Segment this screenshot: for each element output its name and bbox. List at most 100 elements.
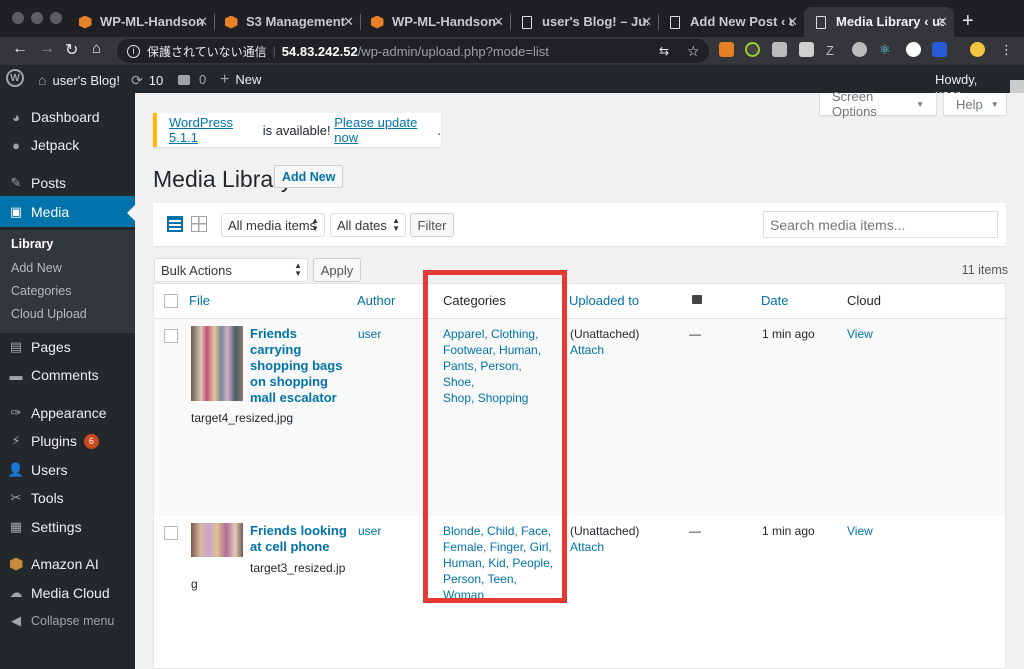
sidebar-item-amazon-ai[interactable]: Amazon AI [0,549,135,579]
category-link[interactable]: Kid, [488,556,509,570]
zoom-window-button[interactable] [50,12,62,24]
screen-options-button[interactable]: Screen Options ▼ [819,89,937,119]
comments-link[interactable]: 0 [178,72,206,87]
forward-arrow-icon[interactable]: → [39,40,55,58]
category-link[interactable]: Blonde, [443,524,484,538]
sidebar-item-comments[interactable]: ▬ Comments [0,360,135,390]
bookmark-star-icon[interactable]: ☆ [687,43,700,60]
category-link[interactable]: Woman [443,588,484,602]
author-link[interactable]: user [358,326,381,342]
category-link[interactable]: Teen, [487,572,516,586]
category-link[interactable]: Footwear, [443,343,496,357]
category-link[interactable]: Child, [487,524,518,538]
extension-g-icon[interactable] [906,42,921,57]
profile-avatar[interactable] [970,42,985,57]
category-link[interactable]: Girl, [530,540,552,554]
author-link[interactable]: user [358,523,381,539]
sidebar-item-plugins[interactable]: ⚡ Plugins 6 [0,426,135,456]
category-link[interactable]: Person, [443,572,484,586]
close-tab-icon[interactable]: ✕ [493,14,504,30]
attach-link[interactable]: Attach [570,343,604,357]
media-thumbnail[interactable] [191,326,243,401]
browser-menu-icon[interactable]: ⋮ [1000,42,1013,58]
collapse-menu-button[interactable]: ◀ Collapse menu [0,606,135,636]
row-checkbox[interactable] [164,526,178,540]
back-arrow-icon[interactable]: ← [12,40,28,58]
add-new-button[interactable]: Add New [274,165,344,188]
column-header-file[interactable]: File [189,293,210,308]
sidebar-item-jetpack[interactable]: ● Jetpack [0,130,135,160]
wordpress-logo-icon[interactable]: W [6,69,24,87]
category-link[interactable]: Face, [521,524,551,538]
category-link[interactable]: Person, [480,359,521,373]
category-link[interactable]: Human, [499,343,541,357]
translate-icon[interactable]: ⇆ [659,44,669,58]
site-name-link[interactable]: ⌂ user's Blog! [38,72,120,88]
submenu-item-library[interactable]: Library [11,237,53,251]
sidebar-item-dashboard[interactable]: ◕ Dashboard [0,102,135,132]
close-window-button[interactable] [12,12,24,24]
sidebar-item-pages[interactable]: ▤ Pages [0,332,135,362]
submenu-item-cloud-upload[interactable]: Cloud Upload [11,307,87,321]
category-link[interactable]: People, [512,556,553,570]
sidebar-item-tools[interactable]: ✂ Tools [0,483,135,513]
category-link[interactable]: Clothing, [491,327,538,341]
date-select[interactable]: All dates ▲ ▼ [330,213,406,237]
extension-camera-icon[interactable] [772,42,787,57]
home-icon[interactable]: ⌂ [92,40,101,57]
extension-camera-lens-icon[interactable] [745,42,760,57]
column-header-author[interactable]: Author [357,293,395,308]
sidebar-item-posts[interactable]: ✎ Posts [0,168,135,198]
browser-tab[interactable]: WP-ML-Handson-x ✕ [360,7,510,37]
select-all-checkbox[interactable] [164,294,178,308]
filter-button[interactable]: Filter [410,213,454,237]
minimize-window-button[interactable] [31,12,43,24]
browser-tab[interactable]: S3 Management Co ✕ [214,7,360,37]
close-tab-icon[interactable]: ✕ [343,14,354,30]
new-content-link[interactable]: + New [220,72,261,88]
close-tab-icon[interactable]: ✕ [641,14,652,30]
close-tab-icon[interactable]: ✕ [787,14,798,30]
cloud-view-link[interactable]: View [847,326,873,342]
close-tab-icon[interactable]: ✕ [197,14,208,30]
media-title-link[interactable]: Friends looking at cell phone [250,523,347,555]
grid-view-icon[interactable] [191,216,207,232]
submenu-item-categories[interactable]: Categories [11,284,71,298]
extension-z-icon[interactable]: Z [826,43,841,58]
reload-icon[interactable]: ↻ [65,40,78,60]
address-bar[interactable]: i 保護されていない通信 | 54.83.242.52/wp-admin/upl… [117,39,709,63]
category-link[interactable]: Shopping [478,391,529,405]
close-tab-icon[interactable]: ✕ [937,14,948,30]
search-media-input[interactable]: Search media items... [763,211,998,238]
category-link[interactable]: Finger, [490,540,527,554]
column-header-date[interactable]: Date [761,293,788,308]
sidebar-item-media-cloud[interactable]: ☁ Media Cloud [0,578,135,608]
submenu-item-add-new[interactable]: Add New [11,261,62,275]
extension-info-icon[interactable] [932,42,947,57]
wordpress-version-link[interactable]: WordPress 5.1.1 [169,115,259,145]
media-thumbnail[interactable] [191,523,243,557]
sidebar-item-appearance[interactable]: ✑ Appearance [0,398,135,428]
browser-tab[interactable]: Add New Post ‹ use ✕ [658,7,804,37]
extension-react-icon[interactable]: ⚛ [879,42,894,57]
row-checkbox[interactable] [164,329,178,343]
extension-facebook-icon[interactable] [799,42,814,57]
extension-p-icon[interactable] [852,42,867,57]
browser-tab-active[interactable]: Media Library ‹ user ✕ [804,7,954,37]
sidebar-item-media[interactable]: ▣ Media [0,196,135,227]
browser-tab[interactable]: user's Blog! – Just a ✕ [510,7,658,37]
updates-link[interactable]: ⟳ 10 [131,72,163,89]
media-title-link[interactable]: Friends carrying shopping bags on shoppi… [250,326,342,406]
attach-link[interactable]: Attach [570,540,604,554]
bulk-actions-select[interactable]: Bulk Actions ▲ ▼ [154,258,308,282]
category-link[interactable]: Apparel, [443,327,488,341]
category-link[interactable]: Shop, [443,391,474,405]
help-button[interactable]: Help ▼ [943,93,1007,116]
cloud-view-link[interactable]: View [847,523,873,539]
extension-chart-icon[interactable] [719,42,734,57]
media-type-select[interactable]: All media items ▲ ▼ [221,213,325,237]
category-link[interactable]: Pants, [443,359,477,373]
sidebar-item-settings[interactable]: ▦ Settings [0,512,135,542]
sidebar-item-users[interactable]: 👤 Users [0,455,135,485]
category-link[interactable]: Human, [443,556,485,570]
